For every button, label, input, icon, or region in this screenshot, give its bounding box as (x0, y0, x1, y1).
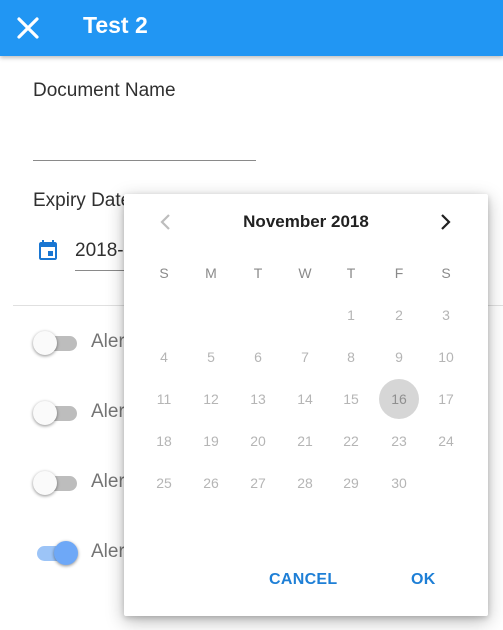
calendar-day[interactable]: 24 (426, 421, 466, 461)
alert-toggle[interactable] (33, 401, 79, 425)
calendar-day[interactable]: 6 (238, 337, 278, 377)
alert-toggle[interactable] (33, 541, 79, 565)
calendar-day[interactable]: 14 (285, 379, 325, 419)
calendar-day[interactable]: 25 (144, 463, 184, 503)
chevron-right-icon[interactable] (433, 210, 457, 234)
app-bar: Test 2 (0, 0, 503, 56)
calendar-day[interactable]: 13 (238, 379, 278, 419)
calendar-day[interactable]: 30 (379, 463, 419, 503)
calendar-day[interactable]: 5 (191, 337, 231, 377)
calendar-day[interactable]: 22 (331, 421, 371, 461)
calendar-day[interactable]: 3 (426, 295, 466, 335)
calendar-day[interactable]: 26 (191, 463, 231, 503)
document-name-input[interactable] (33, 118, 256, 158)
calendar-day[interactable]: 2 (379, 295, 419, 335)
calendar-icon[interactable] (36, 238, 60, 262)
toggle-thumb (33, 401, 57, 425)
alert-toggle[interactable] (33, 331, 79, 355)
weekday-header: F (394, 265, 404, 281)
calendar-day[interactable]: 11 (144, 379, 184, 419)
expiry-date-label: Expiry Date (33, 190, 132, 211)
weekday-header: S (441, 265, 451, 281)
weekday-header: T (346, 265, 356, 281)
cancel-button[interactable]: CANCEL (269, 571, 337, 589)
calendar-day[interactable]: 9 (379, 337, 419, 377)
close-icon[interactable] (14, 14, 42, 42)
ok-button[interactable]: OK (411, 571, 436, 589)
weekday-header: T (253, 265, 263, 281)
calendar-day[interactable]: 18 (144, 421, 184, 461)
calendar-day[interactable]: 10 (426, 337, 466, 377)
calendar-day[interactable]: 21 (285, 421, 325, 461)
alert-toggle[interactable] (33, 471, 79, 495)
calendar-day[interactable]: 20 (238, 421, 278, 461)
calendar-day[interactable]: 15 (331, 379, 371, 419)
calendar-day[interactable]: 29 (331, 463, 371, 503)
weekday-header: W (298, 265, 312, 281)
calendar-day[interactable]: 28 (285, 463, 325, 503)
date-picker-dialog: November 2018 SMTWTFS 1 2 3 4 5 6 7 8 9 10 11 12 13 1… (124, 194, 488, 616)
calendar-day[interactable]: 8 (331, 337, 371, 377)
calendar-day[interactable]: 27 (238, 463, 278, 503)
expiry-date-input[interactable]: 2018-11-16 (75, 240, 125, 262)
weekday-header: S (159, 265, 169, 281)
expiry-date-underline (75, 270, 125, 271)
calendar-day[interactable]: 23 (379, 421, 419, 461)
weekday-header: M (205, 265, 217, 281)
calendar-day[interactable]: 1 (331, 295, 371, 335)
calendar-day[interactable]: 12 (191, 379, 231, 419)
toggle-thumb (33, 331, 57, 355)
toggle-thumb (33, 471, 57, 495)
calendar-day[interactable]: 19 (191, 421, 231, 461)
document-name-label: Document Name (33, 80, 176, 101)
toggle-thumb (54, 541, 78, 565)
document-name-underline (33, 160, 256, 161)
selected-day[interactable]: 16 (379, 379, 419, 419)
calendar-day[interactable]: 7 (285, 337, 325, 377)
page-title: Test 2 (83, 12, 148, 38)
calendar-day[interactable]: 4 (144, 337, 184, 377)
calendar-day[interactable]: 17 (426, 379, 466, 419)
